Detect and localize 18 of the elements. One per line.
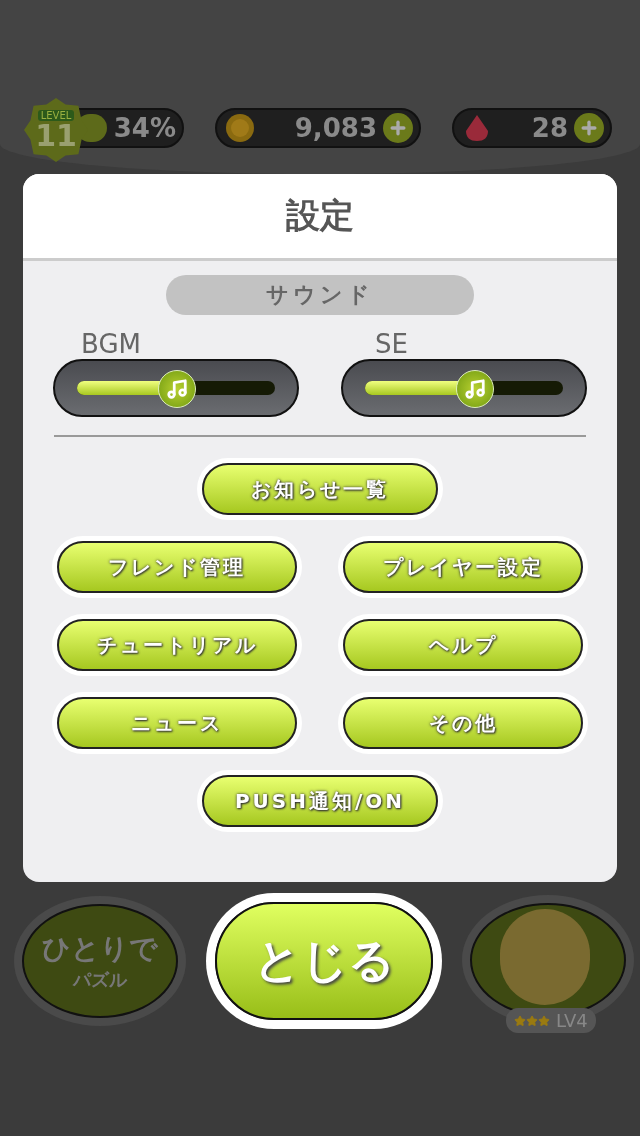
plus-icon [579,118,599,138]
level-number: 11 [35,120,77,151]
exp-percent: 34% [113,113,176,143]
dialog-title: 設定 [286,194,354,237]
volume-slider[interactable] [341,359,587,417]
volume-slider[interactable] [53,359,299,417]
coin-icon [225,113,255,143]
slider-thumb[interactable] [455,370,494,408]
slider-label: SE [375,329,409,359]
add-gems-button[interactable] [574,113,604,143]
plus-icon [388,118,408,138]
coin-count: 9,083 [294,113,377,143]
gem-count: 28 [531,113,568,143]
section-header: サウンド [166,275,474,315]
add-coins-button[interactable] [383,113,413,143]
slider-label: BGM [81,329,142,359]
level-label: LEVEL [37,109,75,121]
slider-thumb[interactable] [158,370,196,408]
